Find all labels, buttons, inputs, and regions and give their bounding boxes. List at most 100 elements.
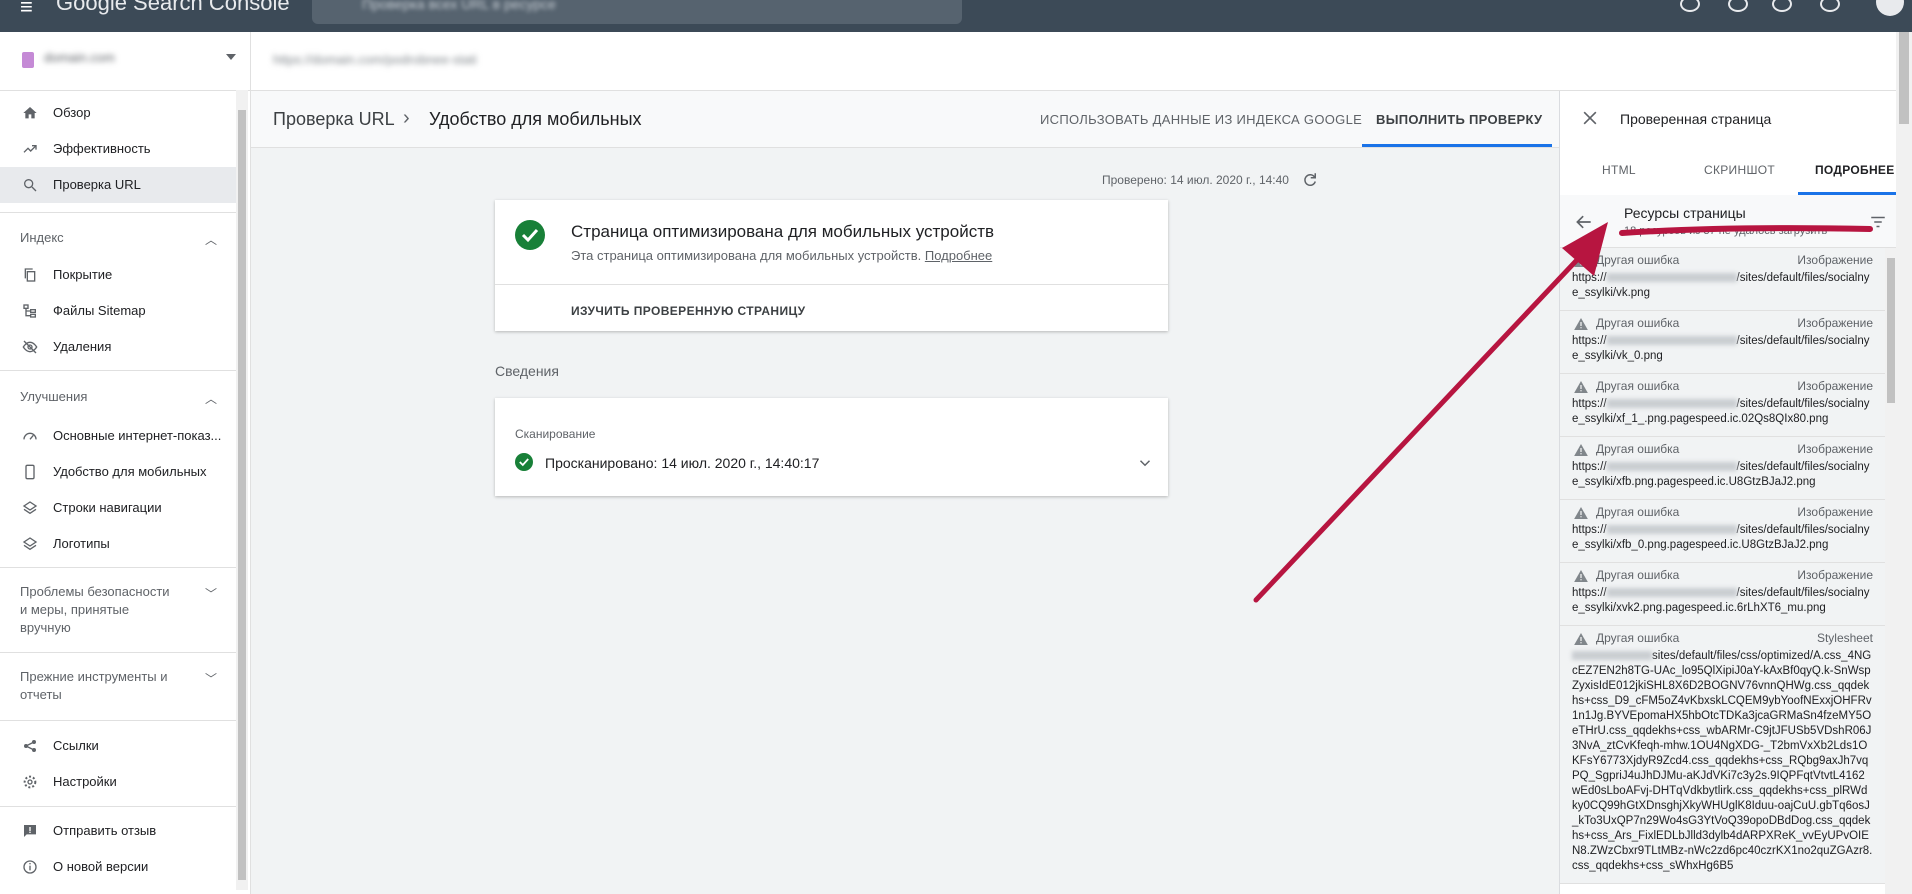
section-title-line: и меры, принятые <box>20 602 130 617</box>
home-icon <box>23 107 37 119</box>
sidebar-item-coverage[interactable]: Покрытие <box>0 257 236 293</box>
property-selector[interactable]: domain.com <box>0 32 250 91</box>
warning-icon <box>1574 570 1588 582</box>
sidebar-item-label: Настройки <box>53 774 117 789</box>
refresh-icon[interactable] <box>1301 171 1319 189</box>
sidebar-item-label: Покрытие <box>53 267 113 282</box>
breadcrumb-root[interactable]: Проверка URL <box>273 109 395 130</box>
resource-item-header: Другая ошибка Изображение <box>1572 379 1873 397</box>
sidebar-item-mobile-usability[interactable]: Удобство для мобильных <box>0 454 236 490</box>
sidebar-item-breadcrumbs[interactable]: Строки навигации <box>0 490 236 526</box>
redacted-domain <box>1606 588 1737 598</box>
help-icon[interactable] <box>1680 0 1700 12</box>
sidebar-section-index[interactable]: Индекс ︿ <box>20 229 217 247</box>
divider <box>0 567 236 568</box>
layers-icon <box>22 537 38 551</box>
avatar[interactable] <box>1876 0 1904 16</box>
page-title: Удобство для мобильных <box>429 109 642 129</box>
divider <box>0 652 236 653</box>
resources-list: Другая ошибка Изображение https:///sites/d… <box>1560 248 1885 884</box>
sidebar-item-settings[interactable]: Настройки <box>0 764 236 800</box>
result-title: Страница оптимизирована для мобильных ус… <box>571 222 995 241</box>
page-scrollbar[interactable] <box>1896 32 1912 894</box>
resource-item[interactable]: Другая ошибка Изображение https:///sites/d… <box>1560 311 1885 374</box>
expand-more-icon[interactable] <box>1136 454 1154 472</box>
resource-item-header: Другая ошибка Изображение <box>1572 253 1873 271</box>
sidebar-item-about-new-version[interactable]: О новой версии <box>0 849 236 885</box>
tab-screenshot[interactable]: СКРИНШОТ <box>1704 163 1775 177</box>
sidebar-item-links[interactable]: Ссылки <box>0 728 236 764</box>
notifications-icon[interactable] <box>1772 0 1792 12</box>
learn-more-link[interactable]: Подробнее <box>925 248 992 263</box>
speed-icon <box>23 432 37 440</box>
tab-more-info[interactable]: ПОДРОБНЕЕ <box>1815 163 1895 177</box>
resource-type: Изображение <box>1797 505 1873 519</box>
close-icon[interactable] <box>1580 108 1600 128</box>
scrollbar-thumb[interactable] <box>238 110 246 880</box>
sidebar-item-logos[interactable]: Логотипы <box>0 526 236 562</box>
filter-icon[interactable] <box>1869 213 1887 231</box>
layers-icon <box>22 501 38 515</box>
resources-header: Ресурсы страницы 18 ресурсов из 37 не уд… <box>1560 195 1897 248</box>
sidebar-section-security[interactable]: Проблемы безопасности и меры, принятые в… <box>20 583 217 637</box>
sidebar-section-legacy[interactable]: Прежние инструменты и отчеты ﹀ <box>20 668 217 704</box>
section-title: Улучшения <box>20 389 88 404</box>
crawl-details-card[interactable]: Сканирование Просканировано: 14 июл. 202… <box>495 398 1168 496</box>
resource-item[interactable]: Другая ошибка Изображение https:///sites/d… <box>1560 500 1885 563</box>
section-title-line: Проблемы безопасности <box>20 584 170 599</box>
resource-type: Stylesheet <box>1816 631 1873 645</box>
sidebar-item-core-web-vitals[interactable]: Основные интернет-показ... <box>0 418 236 454</box>
use-index-data-button[interactable]: ИСПОЛЬЗОВАТЬ ДАННЫЕ ИЗ ИНДЕКСА GOOGLE <box>1040 112 1362 127</box>
visibility-off-icon <box>22 340 38 354</box>
resource-type: Изображение <box>1797 253 1873 267</box>
section-title-line: вручную <box>20 620 71 635</box>
resource-item-header: Другая ошибка Изображение <box>1572 442 1873 460</box>
search-icon <box>23 179 37 192</box>
sidebar-item-feedback[interactable]: Отправить отзыв <box>0 813 236 849</box>
resource-url: https:///sites/default/files/socialnye_s… <box>1572 586 1873 616</box>
resource-url-prefix: https:// <box>1572 272 1607 284</box>
view-tested-page-button[interactable]: ИЗУЧИТЬ ПРОВЕРЕННУЮ СТРАНИЦУ <box>571 304 806 318</box>
sidebar-item-performance[interactable]: Эффективность <box>0 131 236 167</box>
resource-item[interactable]: Другая ошибка Stylesheet sites/default/fil… <box>1560 626 1885 884</box>
scrollbar-thumb[interactable] <box>1887 258 1895 403</box>
warning-icon <box>1574 507 1588 519</box>
redacted-domain <box>1606 462 1737 472</box>
resource-error: Другая ошибка <box>1596 316 1680 330</box>
scrollbar-thumb[interactable] <box>1899 32 1909 124</box>
run-test-button[interactable]: ВЫПОЛНИТЬ ПРОВЕРКУ <box>1376 112 1542 127</box>
app-logo[interactable]: Google Search Console <box>56 0 290 16</box>
section-title-line: отчеты <box>20 687 62 702</box>
sidebar-item-label: Эффективность <box>53 141 151 156</box>
check-circle-icon <box>515 220 545 250</box>
chevron-down-icon <box>226 54 236 60</box>
sidebar-section-improvements[interactable]: Улучшения ︿ <box>20 388 217 406</box>
resource-url-prefix: https:// <box>1572 587 1607 599</box>
panel-tabs: HTML СКРИНШОТ ПОДРОБНЕЕ <box>1560 147 1897 196</box>
resource-item[interactable]: Другая ошибка Изображение https:///sites/d… <box>1560 374 1885 437</box>
resource-item[interactable]: Другая ошибка Изображение https:///sites/d… <box>1560 563 1885 626</box>
feedback-icon <box>24 825 36 837</box>
resource-item[interactable]: Другая ошибка Изображение https:///sites/d… <box>1560 437 1885 500</box>
url-inspect-search[interactable]: Проверка всех URL в ресурсе <box>312 0 962 24</box>
resource-item-header: Другая ошибка Stylesheet <box>1572 631 1873 649</box>
search-placeholder: Проверка всех URL в ресурсе <box>362 0 556 12</box>
arrow-back-icon[interactable] <box>1574 212 1594 232</box>
resource-url-prefix: https:// <box>1572 398 1607 410</box>
users-icon[interactable] <box>1728 0 1748 12</box>
redacted-domain <box>1572 651 1652 661</box>
sidebar-item-sitemaps[interactable]: Файлы Sitemap <box>0 293 236 329</box>
smartphone-icon <box>25 464 35 480</box>
details-heading: Сведения <box>495 363 559 379</box>
resource-item[interactable]: Другая ошибка Изображение https:///sites/d… <box>1560 248 1885 311</box>
apps-grid-icon[interactable] <box>1820 0 1840 12</box>
resource-url-prefix: https:// <box>1572 461 1607 473</box>
inspected-url-bar: https://domain.com/podrobnee-stati <box>251 32 1912 91</box>
hamburger-menu-icon[interactable]: ≡ <box>20 0 33 20</box>
sidebar-item-removals[interactable]: Удаления <box>0 329 236 365</box>
sidebar-item-url-inspection[interactable]: Проверка URL <box>0 167 236 203</box>
info-icon <box>23 860 37 874</box>
sidebar-scrollbar[interactable] <box>236 90 248 890</box>
tab-html[interactable]: HTML <box>1602 163 1636 177</box>
sidebar-item-overview[interactable]: Обзор <box>0 95 236 131</box>
